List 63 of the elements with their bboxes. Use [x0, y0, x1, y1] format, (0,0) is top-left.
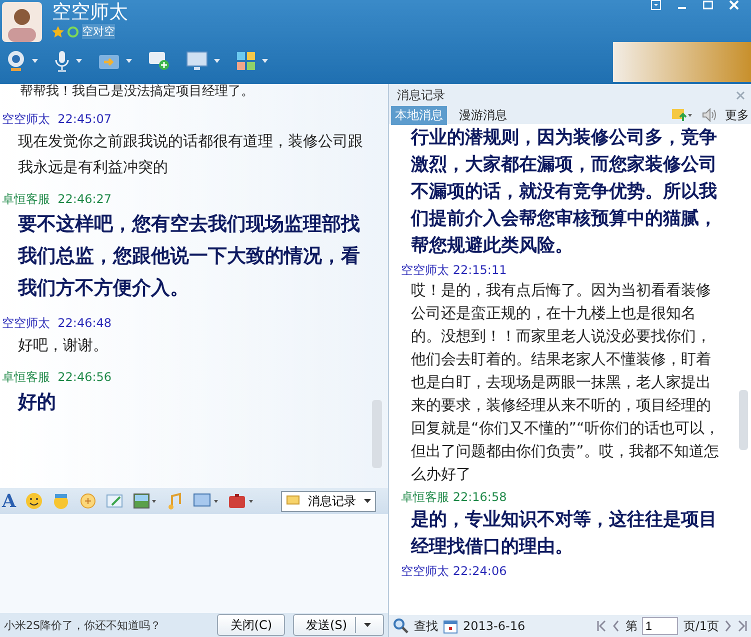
close-button[interactable]: 关闭(C) — [217, 614, 286, 636]
star-icon — [52, 26, 64, 38]
ad-link[interactable]: 小米2S降价了，你还不知道吗？ — [4, 618, 161, 632]
sender-line: 空空师太 22:15:11 — [400, 262, 508, 279]
webcam-icon[interactable] — [6, 50, 26, 72]
panel-title: 消息记录 — [397, 86, 445, 104]
chat-bubble-icon — [286, 495, 300, 507]
speaker-icon[interactable] — [701, 108, 717, 122]
message-text: 要不这样吧，您有空去我们现场监理部找我们总监，您跟他说一下大致的情况，看我们方不方便介入。 — [16, 212, 361, 301]
previous-page-icon[interactable] — [612, 620, 620, 632]
font-button[interactable]: A — [2, 490, 16, 512]
sender-line: 空空师太 22:24:06 — [400, 563, 508, 580]
message-text: 行业的潜规则，因为装修公司多，竞争激烈，大家都在漏项，而您家装修公司不漏项的话，就没有竞争优势。所以我们提前介入会帮您审核预算中的猫腻，帮您规避此类风险。 — [410, 126, 718, 258]
first-page-icon[interactable] — [597, 620, 608, 632]
caret-icon[interactable] — [214, 59, 220, 63]
sender-line: 空空师太 22:45:07 — [1, 111, 113, 128]
page-count-label: 页/1页 — [683, 618, 719, 634]
window-title: 空空师太 — [52, 0, 128, 24]
message-text: 哎！是的，我有点后悔了。因为当初看看装修公司还是蛮正规的，在十九楼上也是很知名的。没想到！！而家里老人说没必要找你们，他们会去盯着的。结果老家人不懂装修，盯着也是白盯，去现场是两眼一抹黑，老人家提出来的要求，装修经理从来不听的，项目经理的回复就是“你们又不懂的”“听你们的话也可以，但出了问题都由你们负责”。哎，我都不知道怎么办好了 — [410, 280, 720, 485]
date-button[interactable]: 2013-6-16 — [463, 619, 526, 633]
maximize-icon[interactable] — [703, 0, 713, 10]
menu-icon[interactable] — [651, 0, 661, 10]
status-text: 空对空 — [82, 24, 115, 39]
image-icon[interactable] — [132, 493, 157, 509]
message-history-button[interactable]: 消息记录 — [281, 490, 376, 512]
message-text: 好吧，谢谢。 — [17, 335, 109, 356]
caret-icon[interactable] — [262, 59, 268, 63]
screen-capture-icon[interactable] — [192, 493, 219, 509]
message-text: 现在发觉你之前跟我说的话都很有道理，装修公司跟我永远是有利益冲突的 — [17, 131, 364, 178]
sender-line: 空空师太 22:46:48 — [1, 315, 113, 332]
page-label: 第 — [625, 618, 638, 634]
caret-icon[interactable] — [32, 59, 38, 63]
toolbox-icon[interactable] — [228, 493, 254, 509]
export-icon[interactable] — [671, 108, 693, 122]
caret-icon[interactable] — [76, 59, 82, 63]
ad-banner-placeholder[interactable] — [613, 42, 751, 82]
pencil-icon[interactable] — [106, 493, 124, 509]
chat-add-icon[interactable] — [148, 51, 170, 71]
search-link[interactable]: 查找 — [414, 618, 438, 634]
apps-grid-icon[interactable] — [236, 51, 256, 71]
search-icon[interactable] — [393, 618, 409, 634]
message-text: 是的，专业知识不对等，这往往是项目经理找借口的理由。 — [410, 508, 718, 559]
smiley-icon[interactable] — [24, 492, 43, 510]
message-text: 好的 — [16, 390, 57, 415]
avatar-silhouette — [2, 2, 42, 42]
sender-line: 卓恒客服 22:46:27 — [1, 191, 113, 208]
send-button[interactable]: 发送(S) — [293, 614, 384, 636]
monitor-icon[interactable] — [186, 51, 208, 71]
calendar-icon[interactable] — [443, 618, 458, 634]
caret-icon — [364, 499, 371, 503]
sender-line: 卓恒客服 22:16:58 — [400, 489, 508, 506]
caret-icon — [364, 623, 371, 627]
history-tab[interactable]: 漫游消息 — [455, 106, 511, 124]
caret-icon[interactable] — [126, 59, 132, 63]
last-page-icon[interactable] — [737, 620, 747, 632]
sender-line: 卓恒客服 22:46:56 — [1, 369, 113, 386]
message-text: 帮帮我！我自己是没法搞定项目经理了。 — [19, 84, 255, 100]
more-link[interactable]: 更多 — [725, 106, 749, 124]
page-number-field[interactable]: 1 — [642, 617, 678, 635]
next-page-icon[interactable] — [724, 620, 732, 632]
folder-icon[interactable] — [98, 52, 120, 70]
microphone-icon[interactable] — [54, 50, 70, 72]
close-icon[interactable] — [736, 90, 745, 100]
